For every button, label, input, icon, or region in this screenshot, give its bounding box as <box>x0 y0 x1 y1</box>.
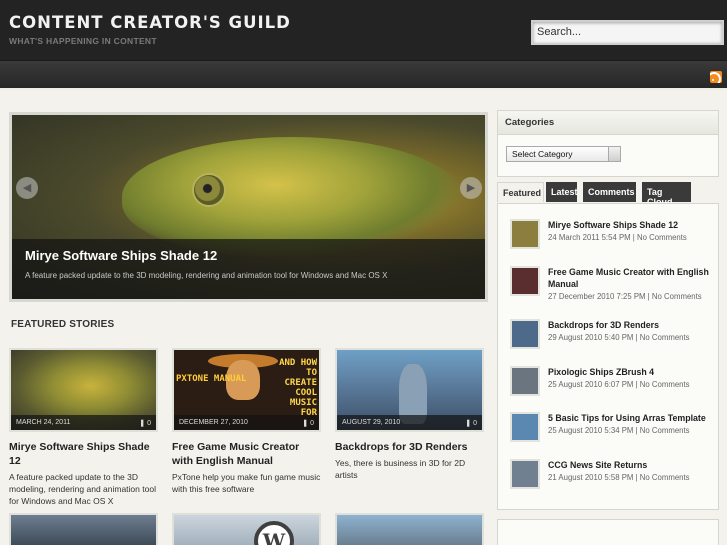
comment-icon: ❚ <box>302 420 309 427</box>
wordpress-logo-icon: W <box>254 521 294 545</box>
card-date: MARCH 24, 2011 <box>11 415 156 430</box>
featured-card[interactable]: PXTONE MANUAL AND HOW TO CREATE COOL MUS… <box>172 348 321 495</box>
post-thumbnail[interactable] <box>510 366 540 396</box>
site-title[interactable]: CONTENT CREATOR'S GUILD <box>9 13 291 32</box>
tab-featured[interactable]: Featured <box>497 182 544 202</box>
arrow-right-icon[interactable]: ▶ <box>460 177 482 199</box>
post-title[interactable]: Mirye Software Ships Shade 12 <box>548 219 714 231</box>
card-title[interactable]: Free Game Music Creator with English Man… <box>172 440 321 468</box>
card-excerpt: A feature packed update to the 3D modeli… <box>9 472 156 506</box>
card-title[interactable]: Mirye Software Ships Shade 12 <box>9 440 158 468</box>
card-comment-count: ❚ 0 <box>465 420 477 427</box>
search-input[interactable]: Search... <box>531 20 724 45</box>
card-thumbnail[interactable]: MARCH 24, 2011 ❚ 0 <box>9 348 158 432</box>
list-item[interactable]: Backdrops for 3D Renders 29 August 2010 … <box>510 317 710 357</box>
card-thumbnail[interactable]: PXTONE MANUAL AND HOW TO CREATE COOL MUS… <box>172 348 321 432</box>
list-item[interactable]: 5 Basic Tips for Using Arras Template 25… <box>510 410 710 450</box>
categories-widget: Categories Select Category <box>497 110 719 177</box>
comment-icon: ❚ <box>139 420 146 427</box>
post-thumbnail[interactable] <box>510 319 540 349</box>
site-tagline: WHAT'S HAPPENING IN CONTENT <box>9 36 157 46</box>
featured-posts-list: Mirye Software Ships Shade 12 24 March 2… <box>497 203 719 510</box>
card-thumbnail[interactable] <box>9 513 158 545</box>
category-select[interactable]: Select Category <box>506 146 621 162</box>
post-title[interactable]: CCG News Site Returns <box>548 459 714 471</box>
slide-eye-art <box>192 173 226 207</box>
tab-latest[interactable]: Latest <box>546 182 578 202</box>
card-title[interactable]: Backdrops for 3D Renders <box>335 440 484 454</box>
post-title[interactable]: 5 Basic Tips for Using Arras Template <box>548 412 714 424</box>
post-meta: 27 December 2010 7:25 PM | No Comments <box>548 292 702 301</box>
post-meta: 24 March 2011 5:54 PM | No Comments <box>548 233 687 242</box>
post-meta: 25 August 2010 6:07 PM | No Comments <box>548 380 690 389</box>
thumb-text-left: PXTONE MANUAL <box>176 374 247 384</box>
post-thumbnail[interactable] <box>510 266 540 296</box>
categories-heading: Categories <box>498 111 718 135</box>
featured-card[interactable]: MARCH 24, 2011 ❚ 0 Mirye Software Ships … <box>9 348 158 507</box>
thumb-text-right: AND HOW TO CREATE COOL MUSIC FOR <box>279 358 317 418</box>
card-thumbnail[interactable]: AUGUST 29, 2010 ❚ 0 <box>335 348 484 432</box>
post-meta: 25 August 2010 5:34 PM | No Comments <box>548 426 690 435</box>
slide-caption: Mirye Software Ships Shade 12 A feature … <box>12 239 485 299</box>
chevron-down-icon[interactable] <box>608 147 620 161</box>
post-title[interactable]: Free Game Music Creator with English Man… <box>548 266 714 290</box>
post-title[interactable]: Backdrops for 3D Renders <box>548 319 714 331</box>
card-date: AUGUST 29, 2010 <box>337 415 482 430</box>
card-thumbnail[interactable]: W <box>172 513 321 545</box>
post-title[interactable]: Pixologic Ships ZBrush 4 <box>548 366 714 378</box>
post-thumbnail[interactable] <box>510 412 540 442</box>
post-thumbnail[interactable] <box>510 459 540 489</box>
sidebar-widget <box>497 519 719 545</box>
card-comment-count: ❚ 0 <box>139 420 151 427</box>
featured-card[interactable]: AUGUST 29, 2010 ❚ 0 Backdrops for 3D Ren… <box>335 348 484 481</box>
slide-title[interactable]: Mirye Software Ships Shade 12 <box>25 248 217 263</box>
card-thumbnail[interactable] <box>335 513 484 545</box>
slide-excerpt: A feature packed update to the 3D modeli… <box>25 271 388 280</box>
list-item[interactable]: Free Game Music Creator with English Man… <box>510 264 710 304</box>
list-item[interactable]: Mirye Software Ships Shade 12 24 March 2… <box>510 217 710 257</box>
card-comment-count: ❚ 0 <box>302 420 314 427</box>
list-item[interactable]: Pixologic Ships ZBrush 4 25 August 2010 … <box>510 364 710 404</box>
rss-icon[interactable] <box>710 71 722 83</box>
card-excerpt: PxTone help you make fun game music with… <box>172 472 321 494</box>
tab-tag-cloud[interactable]: Tag Cloud <box>642 182 691 207</box>
card-excerpt: Yes, there is business in 3D for 2D arti… <box>335 458 466 480</box>
post-meta: 29 August 2010 5:40 PM | No Comments <box>548 333 690 342</box>
tab-comments[interactable]: Comments <box>583 182 636 202</box>
post-thumbnail[interactable] <box>510 219 540 249</box>
nav-bar <box>0 60 727 88</box>
card-date: DECEMBER 27, 2010 <box>174 415 319 430</box>
arrow-left-icon[interactable]: ◀ <box>16 177 38 199</box>
featured-slider[interactable]: ◀ ▶ Mirye Software Ships Shade 12 A feat… <box>9 112 488 302</box>
site-header: CONTENT CREATOR'S GUILD WHAT'S HAPPENING… <box>0 0 727 60</box>
post-meta: 21 August 2010 5:58 PM | No Comments <box>548 473 690 482</box>
featured-stories-heading: FEATURED STORIES <box>11 319 115 330</box>
list-item[interactable]: CCG News Site Returns 21 August 2010 5:5… <box>510 457 710 497</box>
comment-icon: ❚ <box>465 420 472 427</box>
